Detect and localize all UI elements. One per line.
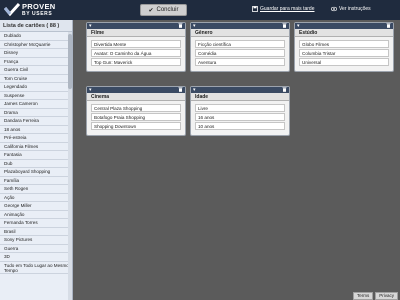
chevron-down-icon[interactable]: ▾ bbox=[89, 87, 92, 93]
card-item[interactable]: Top Gun: Maverick bbox=[91, 58, 181, 66]
card-item[interactable]: Comédia bbox=[195, 49, 285, 57]
list-item[interactable]: Christopher McQuarrie bbox=[0, 41, 72, 49]
card-header-bar: ▾ bbox=[191, 87, 289, 93]
category-card-genero: ▾ Gênero Ficção científica Comédia Avent… bbox=[190, 22, 290, 72]
card-dropzone[interactable]: Livre 16 anos 10 anos bbox=[191, 101, 289, 135]
chevron-down-icon[interactable]: ▾ bbox=[193, 87, 196, 93]
card-item[interactable]: Avatar: O Caminho da Água bbox=[91, 49, 181, 57]
card-list: Dublado Christopher McQuarrie Disney Fra… bbox=[0, 32, 72, 300]
list-item[interactable]: Dublado bbox=[0, 32, 72, 41]
chevron-down-icon[interactable]: ▾ bbox=[297, 23, 300, 29]
brand-line-1: PROVEN bbox=[22, 2, 56, 11]
card-header-bar: ▾ bbox=[87, 87, 185, 93]
save-icon bbox=[252, 6, 258, 12]
card-dropzone[interactable]: Divertida Mente Avatar: O Caminho da Águ… bbox=[87, 37, 185, 71]
card-item[interactable]: Universal bbox=[299, 58, 389, 66]
card-item[interactable]: 16 anos bbox=[195, 113, 285, 121]
card-dropzone[interactable]: Globo Filmes Columbia Tristar Universal bbox=[295, 37, 393, 71]
view-instructions-label: Ver instruções bbox=[339, 6, 371, 12]
card-dropzone[interactable]: Ficção científica Comédia Aventura bbox=[191, 37, 289, 71]
chevron-down-icon[interactable]: ▾ bbox=[193, 23, 196, 29]
card-dropzone[interactable]: Central Plaza Shopping Botafogo Praia Sh… bbox=[87, 101, 185, 135]
list-item[interactable]: Dandara Ferreira bbox=[0, 117, 72, 126]
list-item[interactable]: Brasil bbox=[0, 228, 72, 236]
card-header-bar: ▾ bbox=[295, 23, 393, 29]
card-item[interactable]: Central Plaza Shopping bbox=[91, 104, 181, 112]
category-card-cinema: ▾ Cinema Central Plaza Shopping Botafogo… bbox=[86, 86, 186, 136]
view-instructions-link[interactable]: Ver instruções bbox=[331, 6, 371, 12]
card-title[interactable]: Idade bbox=[191, 93, 289, 101]
top-bar: PROVEN BY USERS ✔ Concluir Guardar para … bbox=[0, 0, 400, 20]
list-item[interactable]: 3D bbox=[0, 253, 72, 262]
list-item[interactable]: Família bbox=[0, 177, 72, 185]
footer-links: Terms Privacy bbox=[352, 292, 398, 300]
conclude-button[interactable]: ✔ Concluir bbox=[140, 4, 187, 16]
list-item[interactable]: California Filmes bbox=[0, 143, 72, 151]
trash-icon[interactable] bbox=[282, 87, 287, 92]
list-item[interactable]: Dub bbox=[0, 160, 72, 168]
scroll-thumb[interactable] bbox=[68, 34, 72, 89]
list-item[interactable]: 18 anos bbox=[0, 126, 72, 134]
list-item[interactable]: Fantasia bbox=[0, 151, 72, 160]
trash-icon[interactable] bbox=[282, 23, 287, 28]
trash-icon[interactable] bbox=[178, 23, 183, 28]
list-item[interactable]: Suspense bbox=[0, 92, 72, 100]
save-for-later-link[interactable]: Guardar para mais tarde bbox=[252, 6, 314, 12]
list-item[interactable]: Disney bbox=[0, 49, 72, 58]
list-item[interactable]: George Miller bbox=[0, 202, 72, 211]
sidebar-scrollbar[interactable] bbox=[68, 32, 72, 300]
card-item[interactable]: Ficção científica bbox=[195, 40, 285, 48]
card-item[interactable]: Globo Filmes bbox=[299, 40, 389, 48]
card-item[interactable]: 10 anos bbox=[195, 122, 285, 130]
trash-icon[interactable] bbox=[386, 23, 391, 28]
proven-by-users-logo: PROVEN BY USERS bbox=[4, 2, 64, 18]
chevron-down-icon[interactable]: ▾ bbox=[89, 23, 92, 29]
privacy-link[interactable]: Privacy bbox=[375, 292, 398, 300]
save-for-later-label: Guardar para mais tarde bbox=[260, 6, 315, 12]
list-item[interactable]: Seth Rogen bbox=[0, 185, 72, 194]
terms-link[interactable]: Terms bbox=[352, 292, 374, 300]
card-list-sidebar: Lista de cartões ( 88 ) Dublado Christop… bbox=[0, 20, 73, 300]
list-item[interactable]: Pré-estreia bbox=[0, 134, 72, 143]
card-item[interactable]: Shopping Downtown bbox=[91, 122, 181, 130]
list-item[interactable]: Sony Pictures bbox=[0, 236, 72, 245]
card-item[interactable]: Divertida Mente bbox=[91, 40, 181, 48]
category-card-estudio: ▾ Estúdio Globo Filmes Columbia Tristar … bbox=[294, 22, 394, 72]
card-item[interactable]: Aventura bbox=[195, 58, 285, 66]
card-item[interactable]: Livre bbox=[195, 104, 285, 112]
card-header-bar: ▾ bbox=[87, 23, 185, 29]
brand-line-2: BY USERS bbox=[22, 11, 53, 17]
check-icon: ✔ bbox=[148, 7, 154, 14]
category-card-idade: ▾ Idade Livre 16 anos 10 anos bbox=[190, 86, 290, 136]
card-item[interactable]: Botafogo Praia Shopping bbox=[91, 113, 181, 121]
trash-icon[interactable] bbox=[178, 87, 183, 92]
card-header-bar: ▾ bbox=[191, 23, 289, 29]
list-item[interactable]: Tom Cruise bbox=[0, 75, 72, 83]
list-item[interactable]: Tudo em Todo Lugar ao Mesmo Tempo bbox=[0, 262, 72, 274]
list-item[interactable]: Fernanda Torres bbox=[0, 219, 72, 228]
conclude-label: Concluir bbox=[156, 7, 179, 13]
eye-icon bbox=[331, 6, 337, 12]
card-title[interactable]: Estúdio bbox=[295, 29, 393, 37]
list-item[interactable]: França bbox=[0, 58, 72, 66]
list-item[interactable]: Animação bbox=[0, 211, 72, 219]
check-logo-icon bbox=[4, 3, 20, 17]
list-item[interactable]: James Cameron bbox=[0, 100, 72, 109]
list-item[interactable]: Ação bbox=[0, 194, 72, 202]
card-title[interactable]: Gênero bbox=[191, 29, 289, 37]
card-list-title: Lista de cartões ( 88 ) bbox=[0, 20, 72, 32]
category-card-filme: ▾ Filme Divertida Mente Avatar: O Caminh… bbox=[86, 22, 186, 72]
card-title[interactable]: Cinema bbox=[87, 93, 185, 101]
card-item[interactable]: Columbia Tristar bbox=[299, 49, 389, 57]
list-item[interactable]: Guerra Civil bbox=[0, 66, 72, 75]
card-title[interactable]: Filme bbox=[87, 29, 185, 37]
list-item[interactable]: Legendado bbox=[0, 83, 72, 92]
list-item[interactable]: Guerra bbox=[0, 245, 72, 253]
list-item[interactable]: Plazaboyard Shopping bbox=[0, 168, 72, 177]
list-item[interactable]: Drama bbox=[0, 109, 72, 117]
